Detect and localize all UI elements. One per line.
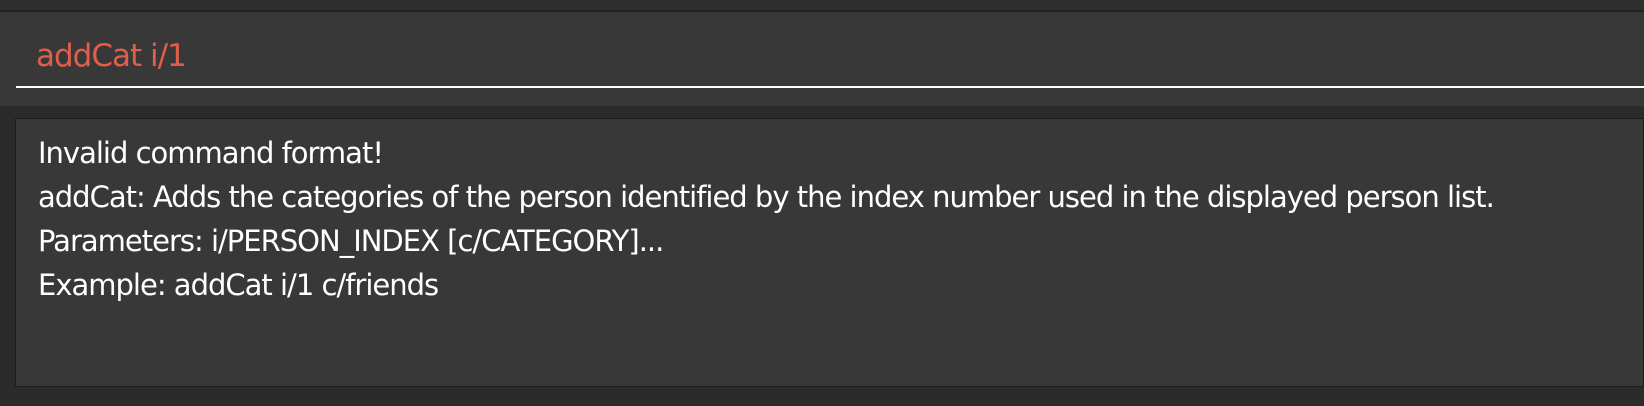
result-line-parameters: Parameters: i/PERSON_INDEX [c/CATEGORY].…	[38, 224, 664, 258]
result-line-example: Example: addCat i/1 c/friends	[38, 268, 439, 302]
result-line-usage: addCat: Adds the categories of the perso…	[38, 180, 1495, 214]
result-text: Invalid command format! addCat: Adds the…	[38, 131, 1633, 307]
result-line-error: Invalid command format!	[38, 136, 384, 170]
window-bottom-strip	[0, 389, 1644, 406]
command-box	[0, 12, 1644, 106]
result-display[interactable]: Invalid command format! addCat: Adds the…	[15, 118, 1644, 387]
window-top-strip	[0, 0, 1644, 12]
panel-divider	[0, 106, 1644, 116]
command-input[interactable]	[16, 26, 1644, 88]
